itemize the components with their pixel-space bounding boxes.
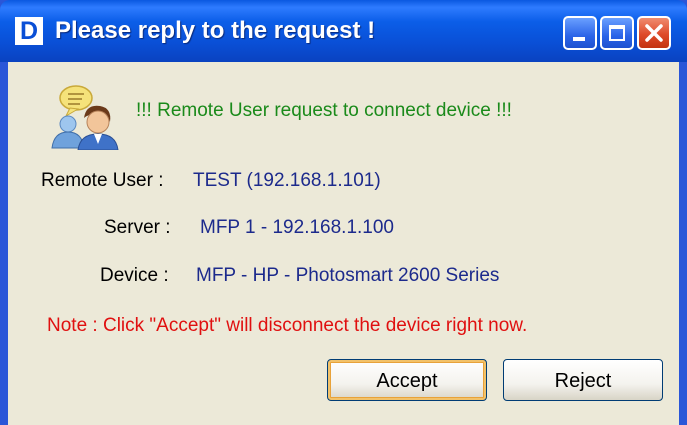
- users-chat-icon: [51, 85, 119, 150]
- warning-note: Note : Click "Accept" will disconnect th…: [47, 315, 528, 336]
- accept-button[interactable]: Accept: [327, 359, 487, 401]
- device-value: MFP - HP - Photosmart 2600 Series: [196, 265, 500, 286]
- minimize-icon: [573, 37, 585, 41]
- remote-user-value: TEST (192.168.1.101): [193, 170, 381, 191]
- close-icon: [645, 24, 663, 42]
- server-value: MFP 1 - 192.168.1.100: [200, 217, 394, 238]
- server-label: Server :: [104, 217, 171, 238]
- dialog-body: !!! Remote User request to connect devic…: [8, 62, 679, 425]
- maximize-icon: [609, 25, 625, 41]
- title-bar[interactable]: D Please reply to the request !: [0, 0, 687, 62]
- close-button[interactable]: [637, 16, 671, 50]
- remote-user-label: Remote User :: [41, 170, 164, 191]
- minimize-button[interactable]: [563, 16, 597, 50]
- reject-button[interactable]: Reject: [503, 359, 663, 401]
- maximize-button[interactable]: [600, 16, 634, 50]
- window-title: Please reply to the request !: [55, 17, 376, 44]
- device-label: Device :: [100, 265, 169, 286]
- request-headline: !!! Remote User request to connect devic…: [136, 100, 512, 121]
- dialog-window: D Please reply to the request ! !!! Remo…: [0, 0, 687, 425]
- app-icon: D: [15, 17, 43, 45]
